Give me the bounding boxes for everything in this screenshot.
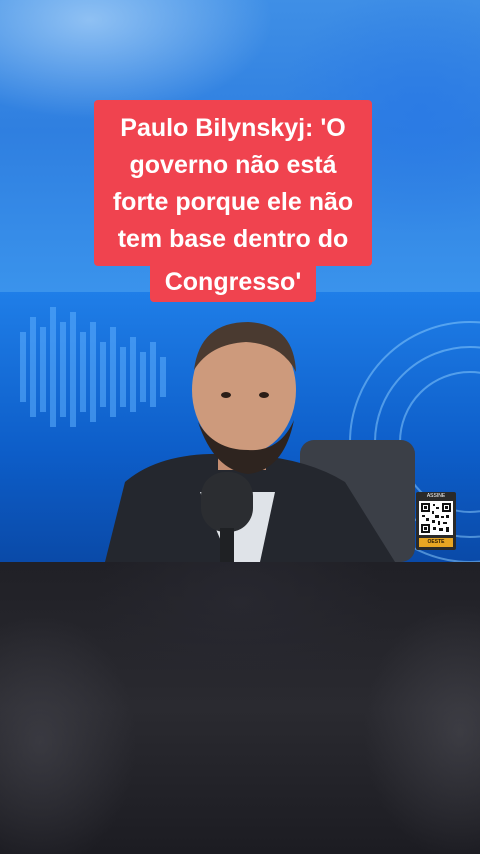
video-frame[interactable]: ASSINE OESTE: [0, 292, 480, 562]
headline-line-3: forte porque ele não: [112, 188, 354, 216]
video-post[interactable]: ASSINE OESTE Paulo Bilynskyj: 'O governo…: [0, 0, 480, 854]
headline-box-tail: Congresso': [150, 264, 316, 302]
headline-line-5: Congresso': [164, 268, 302, 296]
headline-box: Paulo Bilynskyj: 'O governo não está for…: [94, 100, 372, 266]
headline-line-4: tem base dentro do: [117, 225, 349, 253]
qr-code-icon: [419, 501, 453, 535]
headline-line-1: Paulo Bilynskyj: 'O: [120, 114, 346, 142]
blurred-background-bottom: [0, 562, 480, 854]
headline-line-2: governo não está: [129, 151, 337, 179]
subscribe-qr-badge[interactable]: ASSINE OESTE: [416, 492, 456, 550]
studio-backdrop: [20, 307, 480, 562]
qr-bottom-label: OESTE: [419, 538, 453, 547]
qr-top-label: ASSINE: [426, 493, 446, 499]
